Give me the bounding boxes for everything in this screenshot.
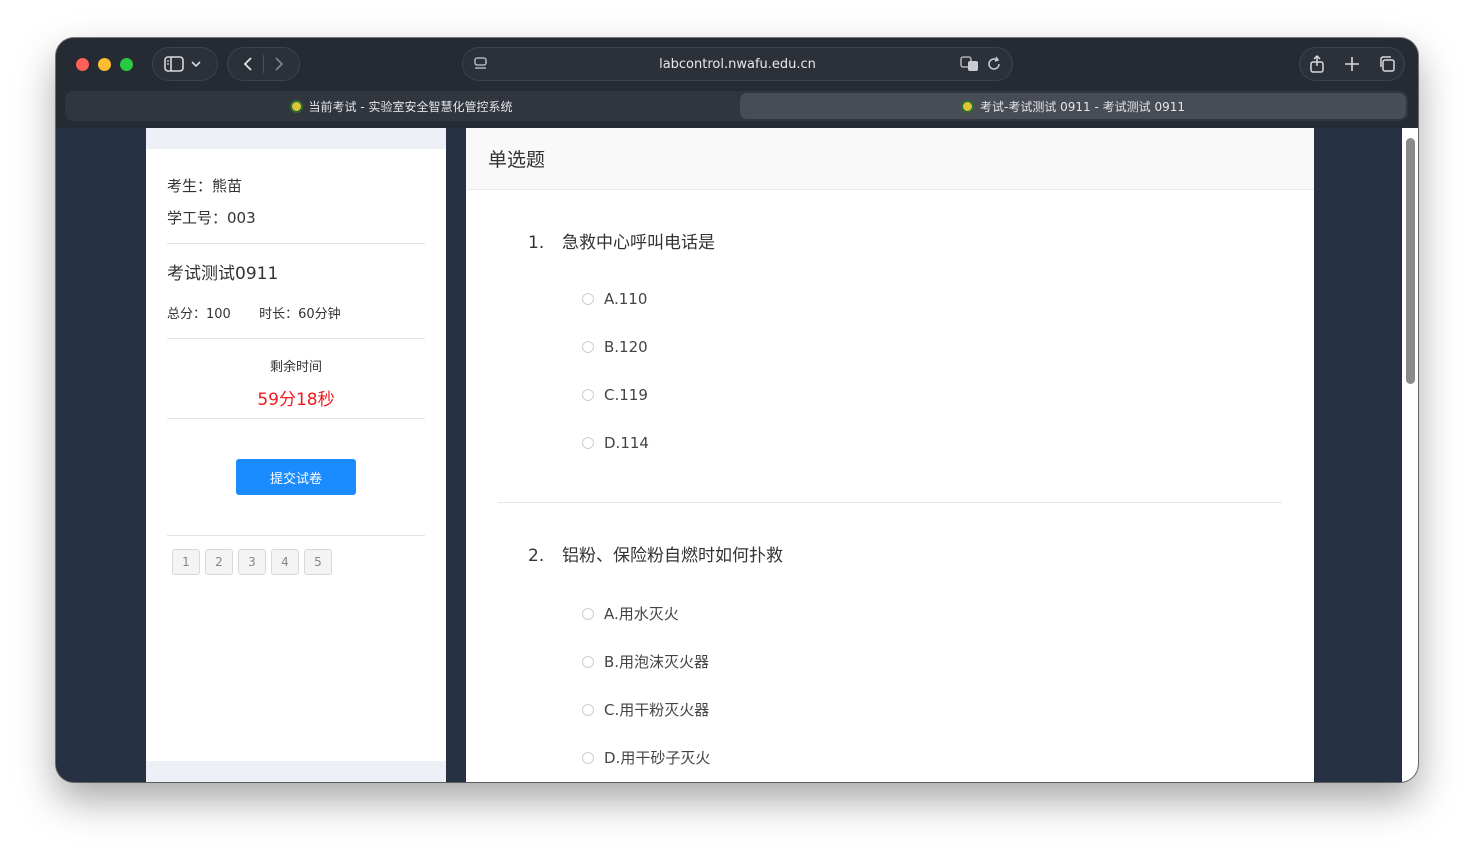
question-navigator: 1 2 3 4 5 xyxy=(172,549,332,575)
student-id: 学工号：003 xyxy=(167,209,256,227)
divider xyxy=(167,418,425,419)
submit-exam-button[interactable]: 提交试卷 xyxy=(236,459,356,495)
remaining-time-value: 59分18秒 xyxy=(257,390,335,410)
radio-button[interactable] xyxy=(582,655,594,668)
reload-icon[interactable] xyxy=(986,55,1002,73)
forward-icon[interactable] xyxy=(264,55,294,73)
exam-info-panel: 考生：熊苗 学工号：003 考试测试0911 总分：100 时长：60分钟 剩余… xyxy=(146,128,446,782)
minimize-window-button[interactable] xyxy=(98,58,111,71)
tab-bar: 当前考试 - 实验室安全智慧化管控系统 考试-考试测试 0911 - 考试测试 … xyxy=(65,91,1408,121)
section-title: 单选题 xyxy=(466,128,1314,190)
new-tab-icon[interactable] xyxy=(1342,54,1362,74)
tab-overview-icon[interactable] xyxy=(1377,54,1397,74)
scrollbar-thumb[interactable] xyxy=(1406,138,1415,384)
tab-exam-test[interactable]: 考试-考试测试 0911 - 考试测试 0911 xyxy=(740,93,1406,119)
address-bar[interactable]: labcontrol.nwafu.edu.cn xyxy=(462,47,1013,81)
tab-title: 考试-考试测试 0911 - 考试测试 0911 xyxy=(980,99,1185,114)
tab-current-exam[interactable]: 当前考试 - 实验室安全智慧化管控系统 xyxy=(67,93,735,119)
question-divider xyxy=(498,502,1282,503)
question-number: 2. xyxy=(528,546,545,566)
sidebar-icon xyxy=(164,56,184,72)
site-favicon-icon xyxy=(289,99,303,113)
page-scrollbar[interactable] xyxy=(1402,128,1418,782)
total-score: 总分：100 xyxy=(167,307,231,322)
page-content: 考生：熊苗 学工号：003 考试测试0911 总分：100 时长：60分钟 剩余… xyxy=(56,128,1418,782)
question-text: 急救中心呼叫电话是 xyxy=(562,233,715,253)
exam-duration: 时长：60分钟 xyxy=(259,307,341,322)
student-name: 考生：熊苗 xyxy=(167,177,243,195)
question-2-option-a[interactable]: A.用水灭火 xyxy=(582,603,679,624)
page-menu-icon[interactable] xyxy=(473,56,489,72)
radio-button[interactable] xyxy=(582,751,594,764)
question-nav-2[interactable]: 2 xyxy=(205,549,233,575)
exam-meta: 总分：100 时长：60分钟 xyxy=(167,303,425,322)
radio-button[interactable] xyxy=(582,437,594,449)
radio-button[interactable] xyxy=(582,293,594,305)
divider xyxy=(167,338,425,339)
radio-button[interactable] xyxy=(582,341,594,353)
question-number: 1. xyxy=(528,233,545,253)
option-label: A.用水灭火 xyxy=(604,605,679,623)
question-text: 铝粉、保险粉自燃时如何扑救 xyxy=(562,546,783,566)
radio-button[interactable] xyxy=(582,389,594,401)
browser-window: labcontrol.nwafu.edu.cn 当前考试 - 实验室安全智慧化管… xyxy=(56,38,1418,782)
option-label: B.用泡沫灭火器 xyxy=(604,653,710,671)
option-label: D.用干砂子灭火 xyxy=(604,749,711,767)
question-1-option-d[interactable]: D.114 xyxy=(582,434,649,452)
chevron-down-icon xyxy=(191,61,201,68)
question-2-option-d[interactable]: D.用干砂子灭火 xyxy=(582,747,710,768)
window-actions xyxy=(1299,47,1405,81)
back-icon[interactable] xyxy=(233,55,263,73)
exam-name: 考试测试0911 xyxy=(167,264,279,284)
browser-toolbar: labcontrol.nwafu.edu.cn 当前考试 - 实验室安全智慧化管… xyxy=(56,38,1418,128)
question-2-title: 2. 铝粉、保险粉自燃时如何扑救 xyxy=(528,541,783,566)
tab-title: 当前考试 - 实验室安全智慧化管控系统 xyxy=(308,99,513,114)
divider xyxy=(167,243,425,244)
radio-button[interactable] xyxy=(582,703,594,716)
navigation-buttons xyxy=(227,47,300,81)
question-nav-4[interactable]: 4 xyxy=(271,549,299,575)
option-label: C.119 xyxy=(604,386,648,404)
question-1-title: 1. 急救中心呼叫电话是 xyxy=(528,228,715,253)
option-label: D.114 xyxy=(604,434,649,452)
option-label: C.用干粉灭火器 xyxy=(604,701,710,719)
close-window-button[interactable] xyxy=(76,58,89,71)
radio-button[interactable] xyxy=(582,607,594,620)
exam-info-card: 考生：熊苗 学工号：003 考试测试0911 总分：100 时长：60分钟 剩余… xyxy=(146,149,446,761)
site-favicon-icon xyxy=(961,99,974,113)
option-label: B.120 xyxy=(604,338,648,356)
question-1-option-b[interactable]: B.120 xyxy=(582,338,648,356)
zoom-window-button[interactable] xyxy=(120,58,133,71)
divider xyxy=(167,535,425,536)
question-2-option-b[interactable]: B.用泡沫灭火器 xyxy=(582,651,709,672)
remaining-time-label: 剩余时间 xyxy=(269,360,322,375)
question-1-option-a[interactable]: A.110 xyxy=(582,290,647,308)
question-2-option-c[interactable]: C.用干粉灭火器 xyxy=(582,699,709,720)
translate-icon[interactable] xyxy=(960,55,980,73)
question-nav-3[interactable]: 3 xyxy=(238,549,266,575)
question-1-option-c[interactable]: C.119 xyxy=(582,386,648,404)
option-label: A.110 xyxy=(604,290,648,308)
url-text: labcontrol.nwafu.edu.cn xyxy=(659,56,816,72)
question-nav-5[interactable]: 5 xyxy=(304,549,332,575)
share-icon[interactable] xyxy=(1307,54,1327,74)
sidebar-toggle-button[interactable] xyxy=(152,47,218,81)
question-panel: 单选题 1. 急救中心呼叫电话是 A.110 B.120 C.119 D.114 xyxy=(466,128,1314,782)
question-nav-1[interactable]: 1 xyxy=(172,549,200,575)
